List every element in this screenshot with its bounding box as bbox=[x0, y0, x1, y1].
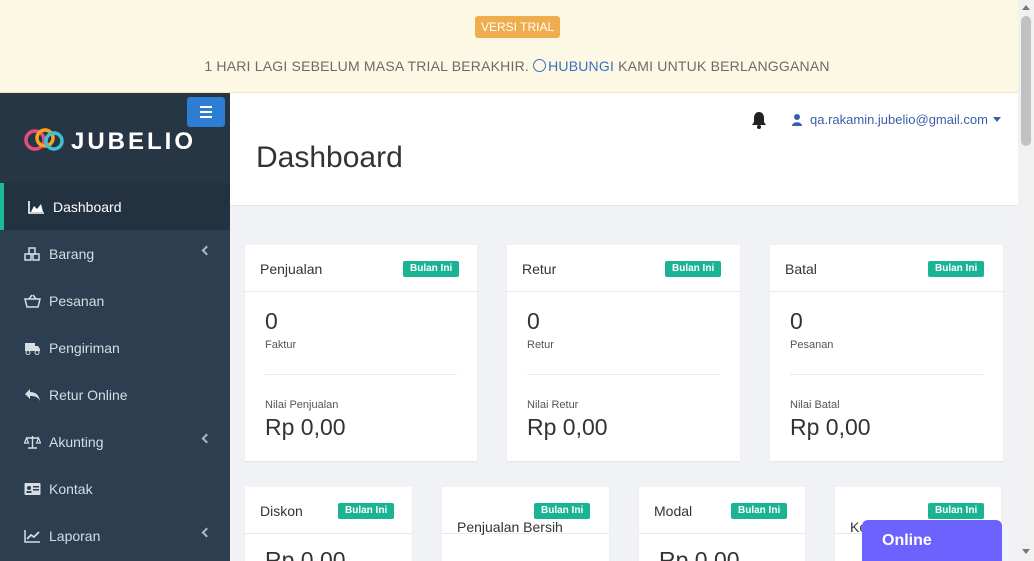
sidebar-item-akunting[interactable]: Akunting bbox=[0, 418, 230, 465]
card-modal: Modal Bulan Ini Rp 0,00 bbox=[639, 487, 805, 561]
brand-name: JUBELIO bbox=[71, 128, 197, 155]
card-value-label: Nilai Batal bbox=[790, 399, 840, 411]
card-count: 0 bbox=[265, 308, 278, 334]
period-badge: Bulan Ini bbox=[928, 261, 985, 277]
trial-message: 1 HARI LAGI SEBELUM MASA TRIAL BERAKHIR.… bbox=[0, 58, 1034, 74]
sidebar-item-label: Pesanan bbox=[49, 292, 105, 309]
sidebar-item-retur-online[interactable]: Retur Online bbox=[0, 371, 230, 418]
chevron-left-icon bbox=[201, 527, 212, 538]
card-value: Rp 0,00 bbox=[265, 547, 346, 561]
period-badge: Bulan Ini bbox=[731, 503, 788, 519]
page-header: qa.rakamin.jubelio@gmail.com Dashboard bbox=[230, 93, 1018, 206]
divider bbox=[265, 374, 457, 375]
sidebar-item-dashboard[interactable]: Dashboard bbox=[0, 183, 230, 230]
area-chart-icon bbox=[28, 200, 44, 214]
address-card-icon bbox=[24, 482, 41, 495]
trial-message-text: 1 HARI LAGI SEBELUM MASA TRIAL BERAKHIR. bbox=[204, 58, 529, 74]
trial-message-suffix: KAMI UNTUK BERLANGGANAN bbox=[618, 58, 830, 74]
card-count-label: Faktur bbox=[265, 339, 297, 351]
sidebar-item-barang[interactable]: Barang bbox=[0, 230, 230, 277]
period-badge: Bulan Ini bbox=[403, 261, 460, 277]
card-value-label: Nilai Retur bbox=[527, 399, 579, 411]
card-count-label: Pesanan bbox=[790, 339, 834, 351]
chevron-left-icon bbox=[201, 245, 212, 256]
jubelio-logo-icon bbox=[24, 128, 64, 151]
truck-icon bbox=[25, 342, 40, 355]
sidebar-item-pengiriman[interactable]: Pengiriman bbox=[0, 324, 230, 371]
chevron-left-icon bbox=[201, 433, 212, 444]
sidebar-item-label: Akunting bbox=[49, 433, 104, 450]
card-title: Diskon bbox=[260, 503, 303, 519]
online-chat-button[interactable]: Online bbox=[862, 520, 1002, 561]
sidebar-item-label: Dashboard bbox=[53, 198, 122, 215]
card-count: 0 bbox=[790, 308, 803, 334]
card-title: Penjualan bbox=[260, 261, 323, 277]
sidebar-item-label: Kontak bbox=[49, 480, 93, 497]
trial-banner: VERSI TRIAL 1 HARI LAGI SEBELUM MASA TRI… bbox=[0, 0, 1018, 93]
card-count: 0 bbox=[527, 308, 540, 334]
user-icon bbox=[792, 113, 802, 126]
period-badge: Bulan Ini bbox=[534, 503, 591, 519]
line-chart-icon bbox=[24, 529, 40, 543]
sidebar-item-pesanan[interactable]: Pesanan bbox=[0, 277, 230, 324]
card-retur: Retur Bulan Ini 0 Retur Nilai Retur Rp 0… bbox=[507, 245, 740, 461]
card-penjualan: Penjualan Bulan Ini 0 Faktur Nilai Penju… bbox=[245, 245, 477, 461]
card-value: Rp 0,00 bbox=[790, 414, 871, 440]
card-penjualan-bersih: Bulan Ini Penjualan Bersih bbox=[442, 487, 609, 561]
card-batal: Batal Bulan Ini 0 Pesanan Nilai Batal Rp… bbox=[770, 245, 1003, 461]
caret-down-icon bbox=[992, 117, 1001, 122]
bell-icon[interactable] bbox=[751, 111, 767, 129]
sidebar-item-label: Laporan bbox=[49, 527, 101, 544]
trial-badge: VERSI TRIAL bbox=[475, 16, 561, 38]
user-email: qa.rakamin.jubelio@gmail.com bbox=[810, 112, 988, 127]
card-value: Rp 0,00 bbox=[527, 414, 608, 440]
divider bbox=[790, 374, 983, 375]
card-diskon: Diskon Bulan Ini Rp 0,00 bbox=[245, 487, 412, 561]
contact-link[interactable]: HUBUNGI bbox=[533, 58, 614, 74]
reply-icon bbox=[25, 388, 40, 401]
basket-icon bbox=[24, 294, 41, 308]
card-value: Rp 0,00 bbox=[265, 414, 346, 440]
divider bbox=[527, 374, 720, 375]
whatsapp-icon bbox=[533, 59, 547, 72]
contact-link-label: HUBUNGI bbox=[548, 58, 615, 74]
period-badge: Bulan Ini bbox=[928, 503, 985, 519]
sidebar-item-kontak[interactable]: Kontak bbox=[0, 465, 230, 512]
scroll-down-icon[interactable] bbox=[1022, 549, 1030, 554]
card-title: Modal bbox=[654, 503, 693, 519]
cubes-icon bbox=[24, 246, 40, 261]
period-badge: Bulan Ini bbox=[665, 261, 722, 277]
sidebar-item-laporan[interactable]: Laporan bbox=[0, 512, 230, 559]
sidebar-item-label: Retur Online bbox=[49, 386, 128, 403]
sidebar-item-label: Pengiriman bbox=[49, 339, 120, 356]
menu-toggle-button[interactable] bbox=[187, 97, 225, 127]
card-title: Penjualan Bersih bbox=[457, 519, 563, 535]
scroll-thumb[interactable] bbox=[1021, 16, 1031, 146]
user-menu[interactable]: qa.rakamin.jubelio@gmail.com bbox=[792, 112, 1001, 127]
card-title: Retur bbox=[522, 261, 557, 277]
sidebar: JUBELIO Dashboard Barang Pesanan Pengiri… bbox=[0, 93, 230, 561]
brand: JUBELIO bbox=[0, 93, 230, 183]
card-count-label: Retur bbox=[527, 339, 554, 351]
period-badge: Bulan Ini bbox=[338, 503, 395, 519]
page-scrollbar[interactable] bbox=[1018, 0, 1034, 561]
balance-scale-icon bbox=[24, 435, 41, 449]
card-value-label: Nilai Penjualan bbox=[265, 399, 339, 411]
card-value: Rp 0,00 bbox=[659, 547, 740, 561]
scroll-up-icon[interactable] bbox=[1022, 5, 1030, 10]
page-title: Dashboard bbox=[256, 141, 403, 174]
sidebar-item-label: Barang bbox=[49, 245, 95, 262]
card-title: Batal bbox=[785, 261, 817, 277]
